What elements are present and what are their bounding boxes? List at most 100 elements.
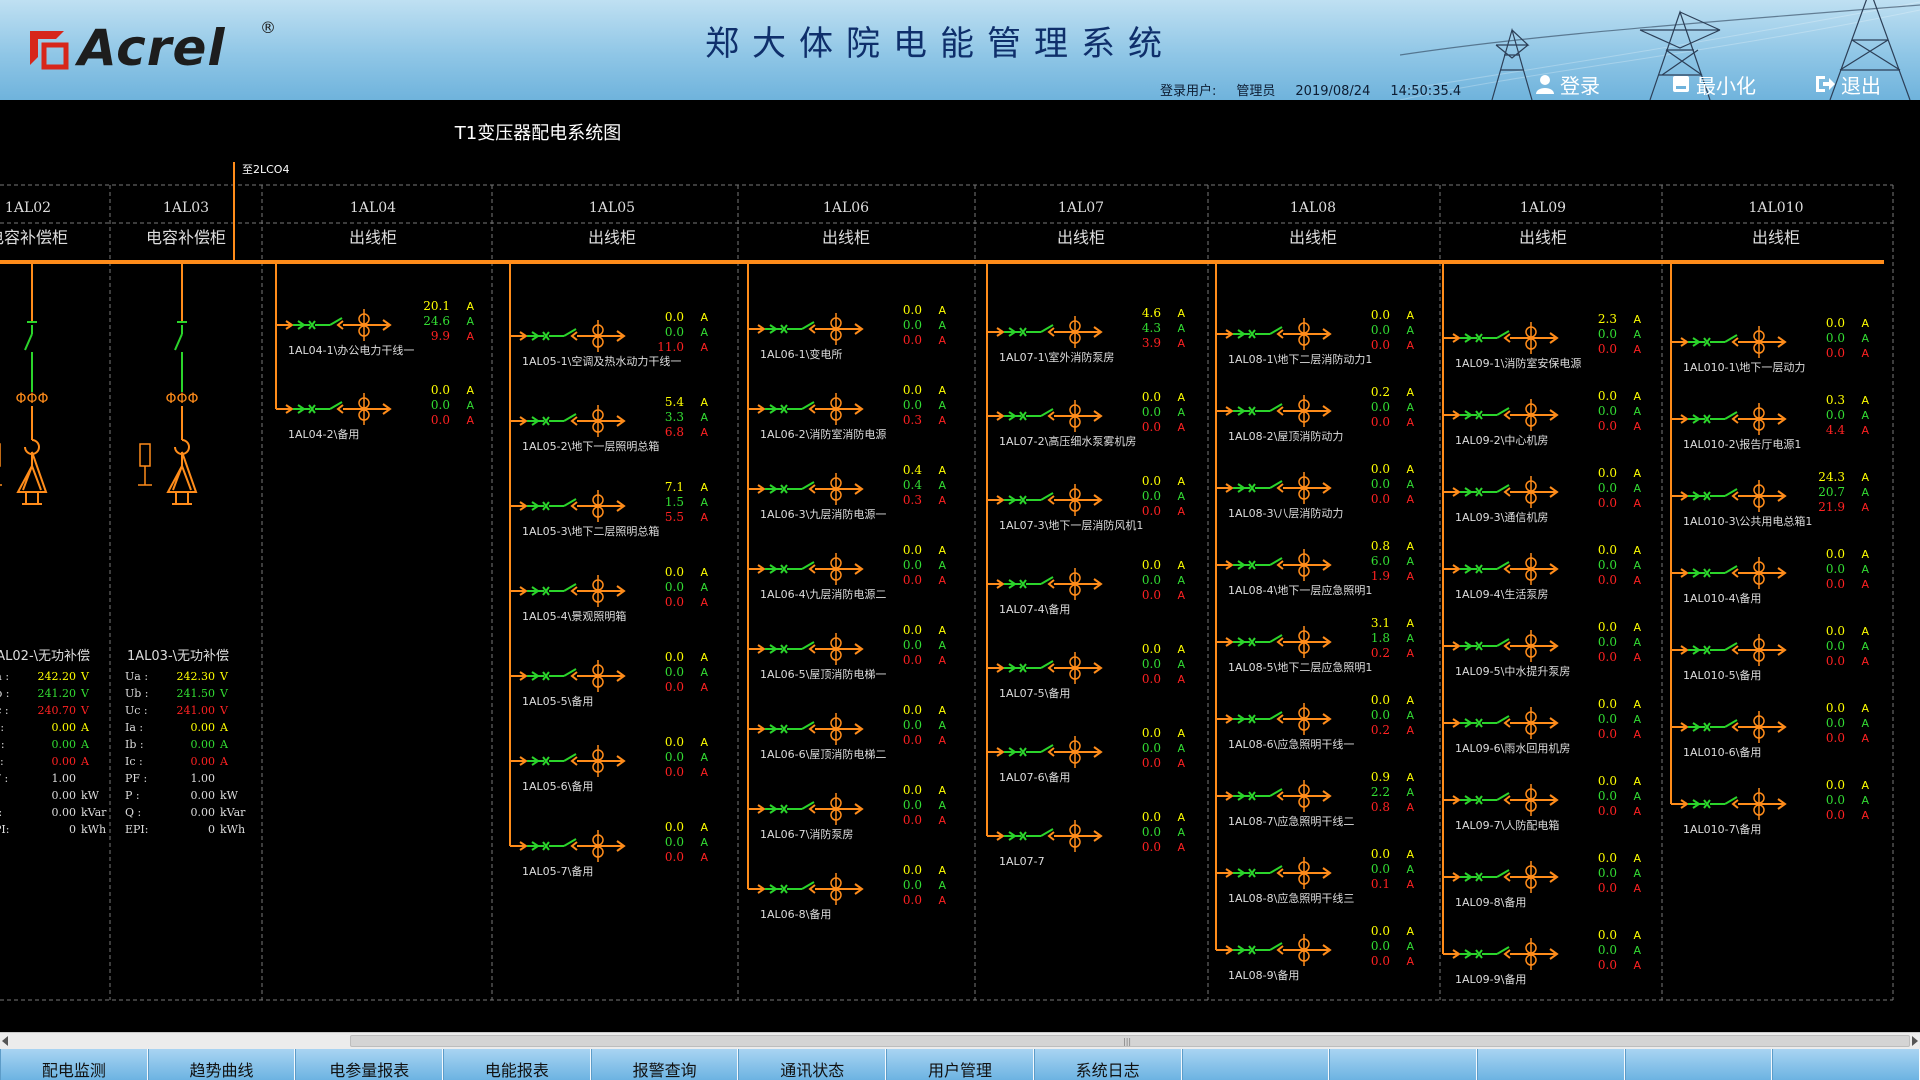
phase-c-current: 0.0 bbox=[665, 850, 684, 864]
circuit-label: 1AL06-6\屋顶消防电梯二 bbox=[760, 747, 886, 761]
circuit-label: 1AL09-3\通信机房 bbox=[1455, 510, 1548, 524]
cap-param-value: 0 bbox=[69, 823, 76, 836]
unit-label: A bbox=[700, 311, 708, 324]
unit-label: A bbox=[1861, 717, 1869, 730]
phase-a-current: 0.0 bbox=[903, 863, 922, 877]
unit-label: A bbox=[1861, 347, 1869, 360]
circuit-fork-icon bbox=[570, 671, 578, 681]
circuit-fork-icon bbox=[808, 724, 816, 734]
horizontal-scrollbar[interactable]: ||| bbox=[0, 1032, 1920, 1049]
unit-label: A bbox=[1861, 702, 1869, 715]
phase-c-current: 9.9 bbox=[431, 329, 450, 343]
unit-label: A bbox=[938, 559, 946, 572]
tab-11[interactable] bbox=[1624, 1049, 1773, 1080]
phase-a-current: 0.0 bbox=[1598, 389, 1617, 403]
tab-0[interactable]: 配电监测 bbox=[0, 1049, 148, 1080]
circuit-fork-icon bbox=[808, 564, 816, 574]
circuit-label: 1AL06-5\屋顶消防电梯一 bbox=[760, 667, 886, 681]
phase-c-current: 0.0 bbox=[1826, 808, 1845, 822]
feeder-circuit: 1AL04-2\备用 0.0 A 0.0 A 0.0 A bbox=[276, 383, 474, 441]
unit-label: A bbox=[1406, 493, 1414, 506]
cap-param-value: 0.00 bbox=[191, 738, 216, 751]
phase-a-current: 0.0 bbox=[1826, 316, 1845, 330]
tab-7[interactable]: 系统日志 bbox=[1033, 1049, 1182, 1080]
tab-1[interactable]: 趋势曲线 bbox=[147, 1049, 296, 1080]
exit-icon bbox=[1816, 76, 1835, 92]
unit-label: A bbox=[1633, 852, 1641, 865]
circuit-label: 1AL05-7\备用 bbox=[522, 864, 593, 878]
circuit-label: 1AL08-3\八层消防动力 bbox=[1228, 506, 1343, 520]
feeder-circuit: 1AL05-4\景观照明箱 0.0 A 0.0 A 0.0 A bbox=[510, 565, 708, 623]
feeder-circuit: 1AL06-5\屋顶消防电梯一 0.0 A 0.0 A 0.0 A bbox=[748, 623, 946, 681]
tab-3[interactable]: 电能报表 bbox=[443, 1049, 591, 1080]
cap-param-value: 241.20 bbox=[38, 687, 77, 700]
circuit-label: 1AL09-6\雨水回用机房 bbox=[1455, 741, 1570, 755]
feeder-circuit: 1AL06-6\屋顶消防电梯二 0.0 A 0.0 A 0.0 A bbox=[748, 703, 946, 761]
login-button[interactable]: 登录 bbox=[1536, 72, 1600, 98]
feeder-circuit: 1AL07-6\备用 0.0 A 0.0 A 0.0 A bbox=[987, 726, 1185, 784]
scrollbar-thumb[interactable]: ||| bbox=[350, 1035, 1910, 1047]
unit-label: A bbox=[1177, 421, 1185, 434]
scroll-right-arrow-icon[interactable] bbox=[1912, 1036, 1918, 1046]
acrel-logo-icon bbox=[30, 31, 69, 70]
cap-fuse-icon: ΦΦΦ bbox=[15, 391, 48, 407]
unit-label: A bbox=[1177, 643, 1185, 656]
circuit-label: 1AL010-5\备用 bbox=[1683, 668, 1761, 682]
tab-5[interactable]: 通讯状态 bbox=[738, 1049, 887, 1080]
phase-b-current: 6.0 bbox=[1371, 554, 1390, 568]
unit-label: A bbox=[1633, 467, 1641, 480]
circuit-label: 1AL08-2\屋顶消防动力 bbox=[1228, 429, 1343, 443]
phase-b-current: 3.3 bbox=[665, 410, 684, 424]
unit-label: A bbox=[1406, 771, 1414, 784]
phase-a-current: 0.0 bbox=[1598, 620, 1617, 634]
tab-12[interactable] bbox=[1772, 1049, 1920, 1080]
unit-label: A bbox=[1633, 313, 1641, 326]
circuit-label: 1AL04-1\办公电力干线一 bbox=[288, 343, 414, 357]
circuit-fork-icon bbox=[1503, 795, 1511, 805]
unit-label: A bbox=[938, 814, 946, 827]
feeder-circuit: 1AL010-4\备用 0.0 A 0.0 A 0.0 A bbox=[1671, 547, 1869, 605]
phase-c-current: 0.0 bbox=[1371, 954, 1390, 968]
cap-param-label: Ic : bbox=[125, 755, 143, 768]
phase-a-current: 0.0 bbox=[665, 820, 684, 834]
feeder-circuit: 1AL07-4\备用 0.0 A 0.0 A 0.0 A bbox=[987, 558, 1185, 616]
cabinet-id-1AL04: 1AL04 bbox=[350, 200, 396, 216]
unit-label: A bbox=[700, 511, 708, 524]
phase-c-current: 0.0 bbox=[1142, 672, 1161, 686]
phase-c-current: 0.0 bbox=[1598, 650, 1617, 664]
tab-4[interactable]: 报警查询 bbox=[590, 1049, 739, 1080]
circuit-fork-icon bbox=[570, 586, 578, 596]
feeder-circuit: 1AL08-5\地下二层应急照明1 3.1 A 1.8 A 0.2 A bbox=[1216, 616, 1414, 674]
minimize-button[interactable]: 最小化 bbox=[1672, 72, 1756, 98]
phase-a-current: 20.1 bbox=[423, 299, 450, 313]
unit-label: A bbox=[1406, 925, 1414, 938]
circuit-fork-icon bbox=[808, 884, 816, 894]
unit-label: A bbox=[1406, 955, 1414, 968]
phase-c-current: 0.0 bbox=[1598, 881, 1617, 895]
cap-param-label: PF : bbox=[0, 772, 8, 785]
feeder-circuit: 1AL07-7 0.0 A 0.0 A 0.0 A bbox=[987, 810, 1185, 868]
phase-a-current: 0.0 bbox=[665, 650, 684, 664]
cap-param-unit: kWh bbox=[81, 823, 106, 836]
tab-6[interactable]: 用户管理 bbox=[886, 1049, 1034, 1080]
feeder-circuit: 1AL08-1\地下二层消防动力10.0 A0.0 A0.0 A bbox=[1216, 308, 1414, 366]
phase-b-current: 0.0 bbox=[1826, 408, 1845, 422]
tab-9[interactable] bbox=[1329, 1049, 1477, 1080]
cap-param-value: 242.30 bbox=[177, 670, 216, 683]
circuit-fork-icon bbox=[1276, 945, 1284, 955]
scroll-left-arrow-icon[interactable] bbox=[2, 1036, 8, 1046]
unit-label: A bbox=[1406, 863, 1414, 876]
tab-10[interactable] bbox=[1476, 1049, 1625, 1080]
exit-button[interactable]: 退出 bbox=[1815, 72, 1881, 98]
phase-b-current: 0.0 bbox=[903, 718, 922, 732]
cap-param-value: 0.00 bbox=[191, 806, 216, 819]
tab-2[interactable]: 电参量报表 bbox=[295, 1049, 444, 1080]
tab-8[interactable] bbox=[1181, 1049, 1330, 1080]
unit-label: A bbox=[1177, 337, 1185, 350]
circuit-fork-icon bbox=[1276, 714, 1284, 724]
unit-label: A bbox=[1406, 324, 1414, 337]
unit-label: A bbox=[938, 399, 946, 412]
unit-label: A bbox=[1633, 390, 1641, 403]
unit-label: A bbox=[1406, 786, 1414, 799]
phase-c-current: 0.3 bbox=[903, 413, 922, 427]
